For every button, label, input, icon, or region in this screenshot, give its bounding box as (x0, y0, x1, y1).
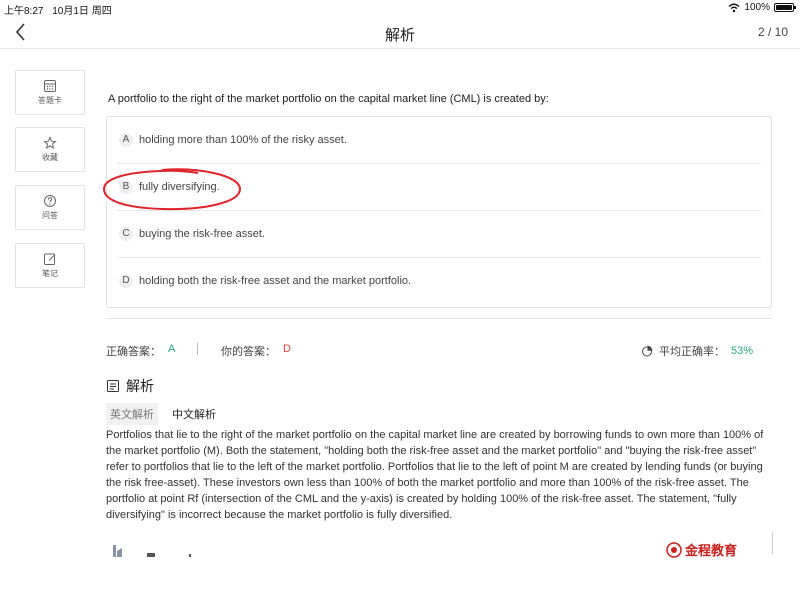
nav-bar: 解析 2 / 10 (0, 16, 800, 49)
option-letter: B (119, 180, 133, 194)
status-right: 100% (728, 2, 796, 13)
sidebar-item-answer-card[interactable]: 答题卡 (15, 70, 85, 115)
status-time-date: 上午8:27 10月1日 周四 (4, 2, 112, 17)
correct-answer-label: 正确答案： (106, 346, 161, 358)
option-letter: A (119, 133, 133, 147)
brand-logo-text: 金程教育 (685, 543, 738, 558)
edge-line (772, 532, 773, 554)
question-icon (44, 195, 56, 207)
analysis-heading: 解析 (106, 376, 154, 396)
divider (106, 318, 772, 319)
average-accuracy: 平均正确率： 53% (641, 343, 753, 359)
analysis-text: Portfolios that lie to the right of the … (106, 429, 764, 521)
option-a[interactable]: A holding more than 100% of the risky as… (117, 117, 761, 164)
your-answer-value: D (283, 343, 291, 355)
option-text: holding both the risk-free asset and the… (139, 275, 412, 287)
sidebar-item-favorite[interactable]: 收藏 (15, 127, 85, 172)
sidebar-item-notes[interactable]: 笔记 (15, 243, 85, 288)
battery-percent: 100% (744, 2, 770, 13)
brand-logo-icon (666, 541, 682, 558)
question-text: A portfolio to the right of the market p… (108, 93, 549, 105)
your-answer-label: 你的答案： (221, 346, 276, 358)
answer-card-icon (44, 80, 56, 92)
tab-english-analysis[interactable]: 英文解析 (106, 403, 158, 425)
analysis-title: 解析 (126, 378, 154, 394)
status-bar: 上午8:27 10月1日 周四 100% (0, 0, 800, 17)
sidebar-item-label: 问答 (42, 211, 58, 220)
brand-logo: 金程教育 (666, 540, 737, 559)
note-icon (44, 253, 56, 265)
page-title: 解析 (384, 27, 415, 44)
wifi-icon (728, 3, 740, 12)
star-icon (43, 136, 57, 150)
option-d[interactable]: D holding both the risk-free asset and t… (117, 258, 761, 304)
correct-answer-value: A (168, 343, 176, 355)
average-accuracy-value: 53% (731, 345, 754, 357)
option-text: buying the risk-free asset. (139, 228, 265, 240)
sidebar-item-label: 收藏 (42, 153, 58, 162)
pie-chart-icon (642, 345, 653, 357)
sidebar-item-qa[interactable]: 问答 (15, 185, 85, 230)
page-indicator: 2 / 10 (757, 25, 788, 39)
option-letter: D (119, 274, 133, 288)
analysis-tabs: 英文解析 中文解析 (106, 403, 220, 425)
partial-content (113, 545, 191, 557)
option-text: holding more than 100% of the risky asse… (139, 134, 347, 146)
option-letter: C (119, 227, 133, 241)
option-text: fully diversifying. (139, 181, 220, 193)
document-icon (107, 380, 119, 392)
sidebar-item-label: 笔记 (42, 269, 58, 278)
option-b[interactable]: B fully diversifying. (117, 164, 761, 211)
options-list: A holding more than 100% of the risky as… (106, 116, 772, 308)
answer-divider (197, 343, 198, 355)
average-accuracy-label: 平均正确率： (659, 346, 725, 358)
tab-chinese-analysis[interactable]: 中文解析 (168, 403, 220, 425)
battery-icon (774, 3, 796, 12)
sidebar-item-label: 答题卡 (38, 96, 62, 105)
option-c[interactable]: C buying the risk-free asset. (117, 211, 761, 258)
